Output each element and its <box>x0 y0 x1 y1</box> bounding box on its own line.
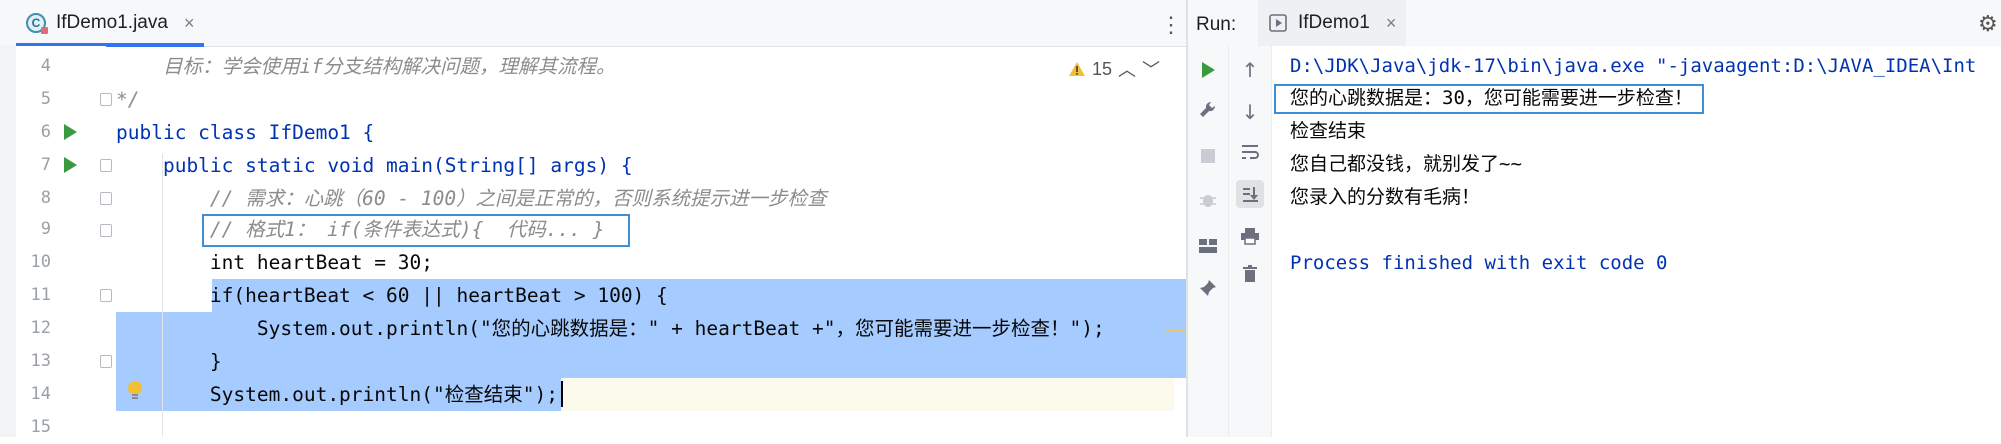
run-label: Run: <box>1196 14 1237 35</box>
line-number: 11 <box>30 285 51 305</box>
close-tab-icon[interactable]: × <box>184 13 195 34</box>
line-number: 12 <box>30 318 51 338</box>
line-number: 8 <box>40 188 51 208</box>
code-text: System.out.println("检查结束"); <box>116 383 558 406</box>
console-line-output: 您自己都没钱，就别发了~~ <box>1290 153 1522 175</box>
run-toolbar-primary <box>1188 46 1229 437</box>
fold-marker-icon[interactable] <box>100 224 112 237</box>
soft-wrap-icon[interactable] <box>1236 138 1264 166</box>
console-highlight-box <box>1274 84 1704 114</box>
run-toolbar-secondary: ↑ ↓ <box>1229 46 1272 437</box>
warning-scroll-marker[interactable] <box>1165 329 1185 332</box>
scroll-to-end-icon[interactable] <box>1236 180 1264 208</box>
trash-icon[interactable] <box>1236 260 1264 288</box>
java-class-icon: C <box>26 13 48 34</box>
code-text: System.out.println("您的心跳数据是：" + heartBea… <box>116 317 1105 340</box>
line-number: 9 <box>40 219 51 239</box>
warning-icon <box>1069 62 1085 76</box>
fold-marker-icon[interactable] <box>100 355 112 368</box>
previous-highlight-icon[interactable]: ︿ <box>1118 56 1136 82</box>
format-comment-highlight-box <box>202 214 630 247</box>
next-highlight-icon[interactable]: ﹀ <box>1142 56 1160 82</box>
inspection-widget[interactable]: 15 ︿ ﹀ <box>1068 56 1160 82</box>
warning-count: 15 <box>1092 58 1113 79</box>
pin-icon[interactable] <box>1194 274 1222 302</box>
console-line-command: D:\JDK\Java\jdk-17\bin\java.exe "-javaag… <box>1290 55 1977 77</box>
down-arrow-icon[interactable]: ↓ <box>1236 98 1264 126</box>
console-line-output: 检查结束 <box>1290 120 1367 142</box>
code-text: int heartBeat = 30; <box>116 251 433 274</box>
line-number: 7 <box>40 155 51 175</box>
code-text: public static void main(String[] args) { <box>116 154 633 177</box>
run-class-icon[interactable] <box>64 124 77 140</box>
run-tab-title: IfDemo1 <box>1298 12 1370 33</box>
code-text: } <box>116 350 222 373</box>
console-line-output: 您录入的分数有毛病！ <box>1290 186 1481 208</box>
fold-marker-icon[interactable] <box>100 159 112 172</box>
code-text: if(heartBeat < 60 || heartBeat > 100) { <box>116 284 668 307</box>
fold-marker-icon[interactable] <box>100 93 112 106</box>
up-arrow-icon[interactable]: ↑ <box>1236 56 1264 84</box>
print-icon[interactable] <box>1236 222 1264 250</box>
run-main-icon[interactable] <box>64 157 77 173</box>
text-caret <box>561 381 563 407</box>
code-text: 目标：学会使用if分支结构解决问题，理解其流程。 <box>116 55 616 78</box>
line-number: 5 <box>40 89 51 109</box>
line-number: 14 <box>30 384 51 404</box>
settings-gear-icon[interactable]: ⚙ <box>1978 12 1998 37</box>
line-number: 6 <box>40 122 51 142</box>
intention-bulb-icon[interactable] <box>127 380 143 402</box>
debug-disabled-icon[interactable] <box>1194 186 1222 214</box>
line-number: 10 <box>30 252 51 272</box>
rerun-icon[interactable] <box>1194 56 1222 84</box>
code-text: public class IfDemo1 { <box>116 121 375 144</box>
fold-marker-icon[interactable] <box>100 289 112 302</box>
console-line-exit: Process finished with exit code 0 <box>1290 252 1668 274</box>
close-run-tab-icon[interactable]: × <box>1386 13 1397 34</box>
layout-icon[interactable] <box>1194 232 1222 260</box>
run-config-icon <box>1269 14 1287 32</box>
wrench-icon[interactable] <box>1194 96 1222 124</box>
run-tab-ifdemo1[interactable]: IfDemo1 × <box>1258 0 1407 46</box>
fold-marker-icon[interactable] <box>100 192 112 205</box>
editor-tab-title: IfDemo1.java <box>56 12 168 33</box>
stop-icon[interactable] <box>1194 142 1222 170</box>
line-number: 4 <box>40 56 51 76</box>
editor-more-menu-icon[interactable]: ⋮ <box>1160 12 1182 38</box>
code-text: // 需求：心跳（60 - 100）之间是正常的，否则系统提示进一步检查 <box>116 187 827 210</box>
line-number: 13 <box>30 351 51 371</box>
line-number: 15 <box>30 417 51 437</box>
editor-tab-ifdemo1[interactable]: C IfDemo1.java × <box>16 0 205 47</box>
code-text: */ <box>116 88 140 111</box>
